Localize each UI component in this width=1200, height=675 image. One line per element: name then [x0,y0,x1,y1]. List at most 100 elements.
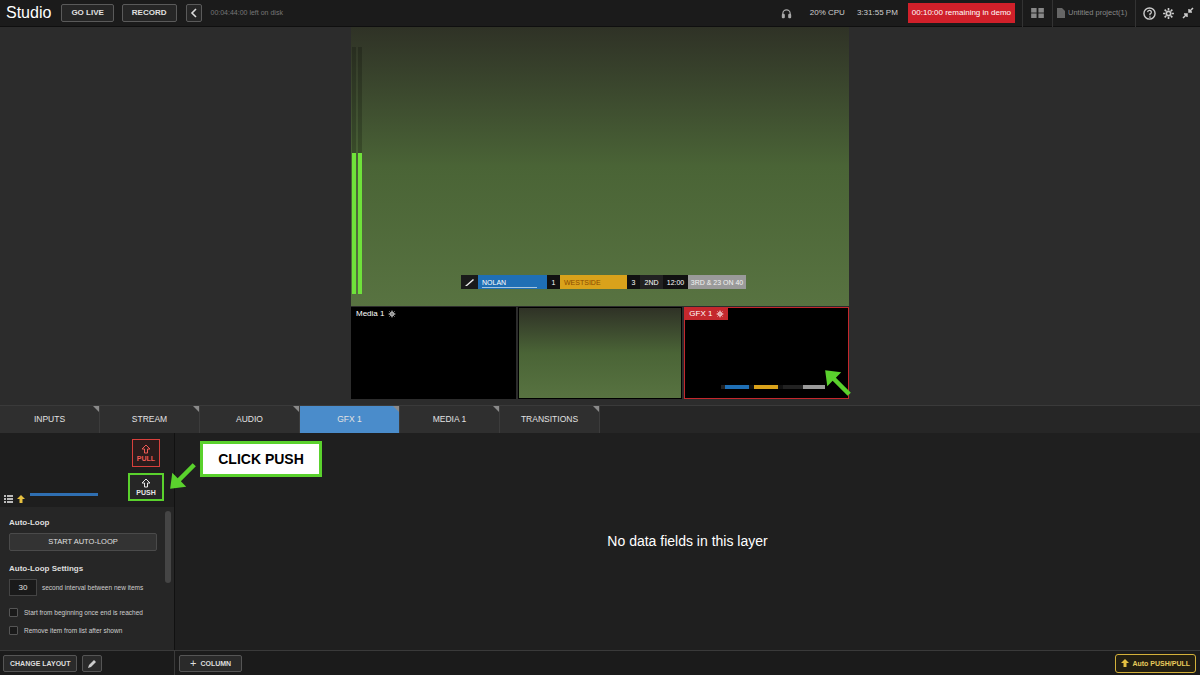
game-clock: 12:00 [663,275,688,289]
mini-cell [803,385,825,389]
upload-arrow-icon [17,495,25,503]
collapse-button[interactable] [186,4,202,22]
bottom-left-group: CHANGE LAYOUT [0,651,175,675]
audio-meter [352,47,362,294]
push-label: PUSH [136,489,155,496]
preview-area: NOLAN 1WESTSIDE32ND12:003RD & 23 ON 40 Med… [0,27,1200,402]
settings-gear-icon [1162,7,1175,20]
tab[interactable]: STREAM [100,406,200,433]
source-label: GFX 1 [685,308,728,320]
document-icon [1057,8,1065,18]
source-tile[interactable] [518,307,683,399]
tab-corner [293,406,299,412]
preview-graphic [30,493,98,496]
pull-label: PULL [137,455,155,462]
layer-panel: PULLPUSHAuto-LoopSTART AUTO-LOOPAuto-Loo… [0,433,175,650]
tab[interactable]: AUDIO [200,406,300,433]
layer-content: PULLPUSHAuto-LoopSTART AUTO-LOOPAuto-Loo… [0,433,1200,650]
arrow-icon [168,461,198,491]
studio-app: Studio GO LIVE RECORD 00:04:44:00 left on d… [0,0,1200,675]
down-distance: 3RD & 23 ON 40 [688,275,746,289]
start-auto-loop-button[interactable]: START AUTO-LOOP [9,533,157,551]
source-tile[interactable]: GFX 1 [684,307,849,399]
annotation-arrow [168,461,198,491]
mini-cell [754,385,778,389]
chevron-left-icon [190,8,198,18]
callout-text: CLICK PUSH [218,449,304,470]
interval-row: 30second interval between new items [9,579,164,596]
option-row[interactable]: Start from beginning once end is reached [9,608,164,618]
auto-push-pull-button[interactable]: Auto PUSH/PULL [1115,654,1196,673]
top-button[interactable]: GO LIVE [61,4,113,22]
arrow-icon [823,368,853,398]
bottom-bar: CHANGE LAYOUT +COLUMN Auto PUSH/PULL [0,650,1200,675]
tab[interactable]: INPUTS [0,406,100,433]
list-icon [4,495,13,503]
divider [1022,0,1023,27]
away-score: 3 [627,275,640,289]
tab[interactable]: TRANSITIONS [500,406,600,433]
source-name: GFX 1 [689,310,712,318]
demo-badge: 00:10:00 remaining in demo [908,3,1015,23]
tab-label: GFX 1 [337,413,362,426]
cpu-usage: 20% CPU [810,7,845,19]
annotation-arrow [823,368,853,398]
add-column-button[interactable]: +COLUMN [179,655,242,672]
meter-fill [358,153,362,294]
away-team-cell: WESTSIDE [560,275,627,289]
checkbox[interactable] [9,608,18,617]
home-team: NOLAN [482,279,506,286]
empty-message: No data fields in this layer [607,531,767,552]
clock: 3:31:55 PM [857,7,898,19]
project-name[interactable]: Untitled project(1) [1057,7,1135,18]
top-bar: Studio GO LIVE RECORD 00:04:44:00 left on d… [0,0,1200,27]
app-logo: Studio [6,5,51,21]
checkbox[interactable] [9,626,18,635]
tab-bar: INPUTS STREAM AUDIO GFX 1 MEDIA 1 TRANSITIONS [0,405,1200,433]
program-output: NOLAN 1WESTSIDE32ND12:003RD & 23 ON 40 [351,27,849,306]
top-button[interactable]: RECORD [122,4,177,22]
source-preview [519,308,682,398]
mini-scoreboard [721,385,825,389]
option-label: Start from beginning once end is reached [24,608,143,618]
tab[interactable]: MEDIA 1 [400,406,500,433]
tab-label: TRANSITIONS [521,413,578,426]
option-row[interactable]: Remove item from list after shown [9,626,164,636]
tab-corner [493,406,499,412]
section-title: Auto-Loop [9,519,164,527]
tab-label: MEDIA 1 [433,413,467,426]
scoreboard: NOLAN 1WESTSIDE32ND12:003RD & 23 ON 40 [461,275,746,289]
collapse-icon [1182,7,1194,19]
option-label: Remove item from list after shown [24,626,122,636]
push-button[interactable]: PUSH [128,473,164,501]
gear-icon [716,310,724,318]
push-arrow-icon [141,478,151,488]
edit-button[interactable] [82,655,102,672]
source-name: Media 1 [356,310,384,318]
scrollbar[interactable] [165,511,171,583]
pull-button[interactable]: PULL [132,439,160,467]
scoreboard-logo [461,275,478,289]
period: 2ND [640,275,663,289]
tab-label: STREAM [132,413,167,426]
top-buttons: GO LIVE RECORD [61,4,176,22]
tab[interactable]: GFX 1 [300,406,400,433]
source-row: Media 1 GFX 1 [351,307,849,399]
mini-cell [783,385,803,389]
tab-corner [93,406,99,412]
disk-status: 00:04:44:00 left on disk [211,8,283,19]
project-title: Untitled project(1) [1068,7,1127,18]
possession-bar [482,287,537,288]
data-fields-area: No data fields in this layer [175,433,1200,650]
home-score: 1 [547,275,560,289]
interval-input[interactable]: 30 [9,579,37,596]
source-tile[interactable]: Media 1 [351,307,516,399]
pencil-icon [88,659,97,668]
pull-arrow-icon [141,444,151,454]
tab-label: AUDIO [236,413,263,426]
meter-track [358,47,362,294]
change-layout-button[interactable]: CHANGE LAYOUT [3,655,77,672]
source-label: Media 1 [352,308,400,320]
home-team-cell: NOLAN [478,275,547,289]
divider [1052,0,1053,27]
